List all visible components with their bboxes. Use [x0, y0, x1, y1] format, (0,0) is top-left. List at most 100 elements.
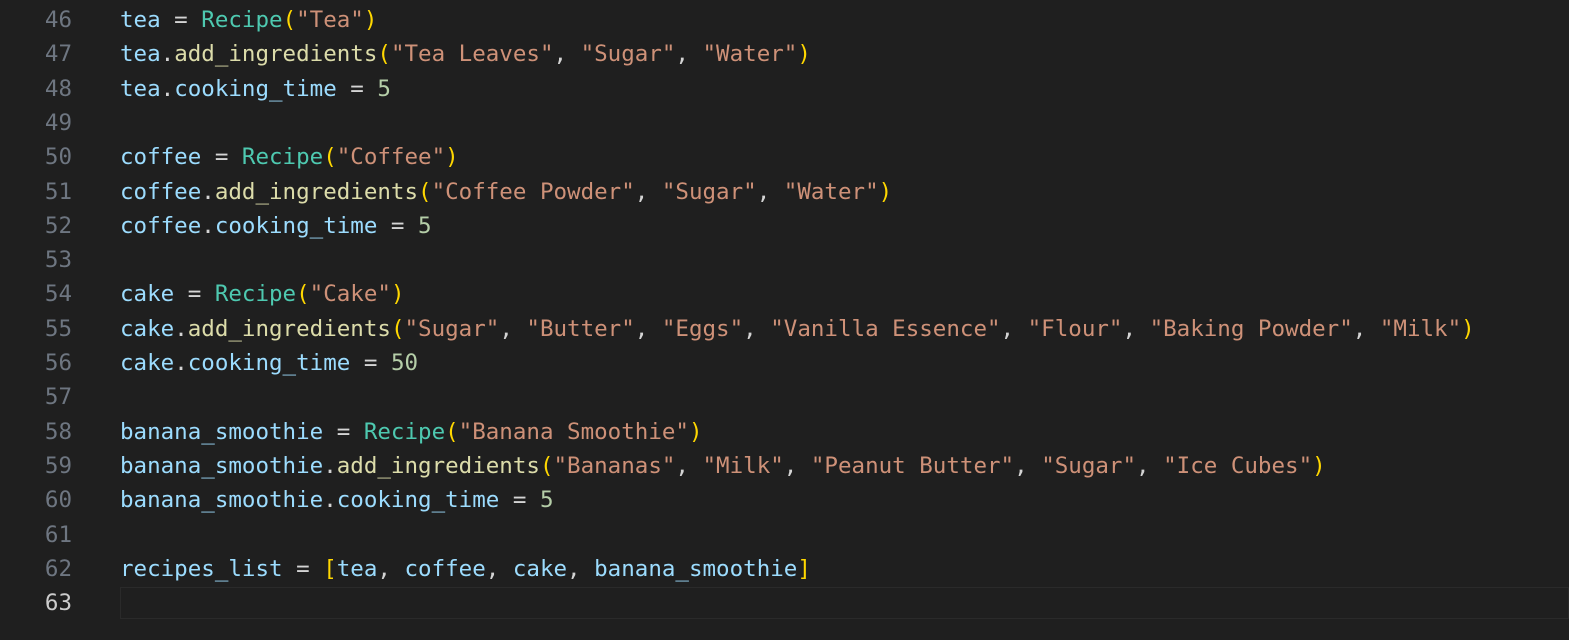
code-text[interactable]: coffee.add_ingredients("Coffee Powder", …: [120, 175, 892, 209]
code-line[interactable]: 61: [0, 518, 1569, 552]
code-token: ): [1312, 452, 1326, 479]
code-line[interactable]: 60 banana_smoothie.cooking_time = 5: [0, 483, 1569, 517]
code-token: tea: [120, 7, 161, 33]
code-token: .: [201, 178, 215, 205]
code-line[interactable]: 46 tea = Recipe("Tea"): [0, 3, 1569, 37]
line-number: 57: [44, 384, 72, 411]
code-token: cooking_time: [187, 350, 351, 376]
code-token: .: [174, 350, 188, 376]
code-token: add_ingredients: [214, 178, 419, 205]
code-text[interactable]: cake.cooking_time = 50: [120, 346, 418, 380]
code-text[interactable]: banana_smoothie.add_ingredients("Bananas…: [120, 449, 1326, 483]
line-number: 63: [44, 590, 72, 617]
code-token: add_ingredients: [174, 41, 378, 68]
code-token: "Water": [702, 41, 798, 68]
code-line[interactable]: 51 coffee.add_ingredients("Coffee Powder"…: [0, 175, 1569, 209]
code-text[interactable]: tea.cooking_time = 5: [120, 72, 391, 106]
code-token: ,: [499, 315, 527, 342]
line-number: 50: [44, 144, 72, 171]
code-token: "Sugar": [404, 315, 500, 342]
code-token: "Ice Cubes": [1163, 452, 1313, 479]
code-token: .: [323, 487, 337, 514]
code-line[interactable]: 54 cake = Recipe("Cake"): [0, 277, 1569, 311]
code-token: ,: [634, 178, 662, 205]
code-token: =: [377, 212, 419, 239]
code-token: "Flour": [1027, 315, 1123, 342]
code-token: cooking_time: [214, 212, 378, 239]
code-token: =: [350, 350, 391, 376]
code-token: "Sugar": [661, 178, 757, 205]
code-token: =: [282, 555, 324, 582]
code-token: ,: [567, 555, 595, 582]
code-token: "Water": [783, 178, 879, 205]
code-token: coffee: [404, 555, 486, 582]
code-token: ,: [553, 41, 581, 68]
code-token: (: [418, 178, 432, 205]
code-token: .: [201, 212, 215, 239]
code-text[interactable]: cake = Recipe("Cake"): [120, 277, 404, 311]
line-number: 62: [44, 555, 72, 582]
line-number: 59: [44, 452, 72, 479]
code-line[interactable]: 62 recipes_list = [tea, coffee, cake, ban…: [0, 552, 1569, 586]
code-token: 5: [377, 75, 391, 102]
code-line[interactable]: 56 cake.cooking_time = 50: [0, 346, 1569, 380]
code-line[interactable]: 47 tea.add_ingredients("Tea Leaves", "Sug…: [0, 37, 1569, 71]
code-token: ,: [1014, 452, 1042, 479]
line-number: 51: [44, 178, 72, 205]
code-line[interactable]: 53: [0, 243, 1569, 277]
code-token: ): [1461, 315, 1475, 342]
code-token: Recipe: [363, 418, 446, 445]
code-text[interactable]: coffee = Recipe("Coffee"): [120, 140, 459, 174]
code-token: (: [323, 144, 337, 171]
line-number: 56: [44, 350, 72, 376]
code-token: "Tea Leaves": [390, 41, 554, 68]
code-token: "Eggs": [661, 315, 744, 342]
code-text[interactable]: tea.add_ingredients("Tea Leaves", "Sugar…: [120, 37, 811, 71]
code-token: banana_smoothie: [594, 555, 798, 582]
code-token: ,: [634, 315, 662, 342]
code-token: ): [878, 178, 893, 205]
code-token: .: [174, 315, 188, 342]
code-token: (: [390, 315, 405, 342]
code-token: =: [174, 281, 215, 308]
code-token: (: [282, 7, 297, 33]
code-token: Recipe: [214, 281, 297, 308]
line-number: 61: [44, 521, 72, 548]
code-token: coffee: [120, 178, 202, 205]
line-number: 54: [44, 281, 72, 308]
code-token: "Milk": [1379, 315, 1462, 342]
code-line[interactable]: 58 banana_smoothie = Recipe("Banana Smoot…: [0, 415, 1569, 449]
line-number: 55: [44, 315, 72, 342]
code-line[interactable]: 55 cake.add_ingredients("Sugar", "Butter"…: [0, 312, 1569, 346]
code-token: =: [336, 75, 378, 102]
code-line[interactable]: 49: [0, 106, 1569, 140]
code-editor[interactable]: 46 tea = Recipe("Tea") 47 tea.add_ingredien…: [0, 0, 1569, 640]
code-token: "Bananas": [553, 452, 676, 479]
code-token: ,: [756, 178, 784, 205]
code-line[interactable]: 52 coffee.cooking_time = 5: [0, 209, 1569, 243]
code-line[interactable]: 48 tea.cooking_time = 5: [0, 72, 1569, 106]
code-text[interactable]: recipes_list = [tea, coffee, cake, banan…: [120, 552, 811, 586]
code-token: (: [539, 452, 554, 479]
line-number: 49: [44, 109, 72, 136]
line-number: 53: [44, 247, 72, 274]
code-text[interactable]: cake.add_ingredients("Sugar", "Butter", …: [120, 312, 1475, 346]
code-token: .: [160, 75, 175, 102]
code-line[interactable]: 63: [0, 586, 1569, 620]
code-token: (: [377, 41, 391, 68]
code-token: ): [363, 7, 378, 33]
code-line[interactable]: 59 banana_smoothie.add_ingredients("Banan…: [0, 449, 1569, 483]
code-token: tea: [336, 555, 378, 582]
code-text[interactable]: coffee.cooking_time = 5: [120, 209, 432, 243]
code-token: "Cake": [309, 281, 391, 308]
current-line-highlight: [120, 587, 1569, 620]
code-token: banana_smoothie: [120, 418, 324, 445]
code-token: "Coffee": [336, 144, 446, 171]
code-text[interactable]: banana_smoothie = Recipe("Banana Smoothi…: [120, 415, 703, 449]
code-token: ): [390, 281, 405, 308]
code-text[interactable]: banana_smoothie.cooking_time = 5: [120, 483, 554, 517]
code-token: ,: [675, 452, 703, 479]
code-text[interactable]: tea = Recipe("Tea"): [120, 3, 377, 37]
code-line[interactable]: 57: [0, 380, 1569, 414]
code-line[interactable]: 50 coffee = Recipe("Coffee"): [0, 140, 1569, 174]
